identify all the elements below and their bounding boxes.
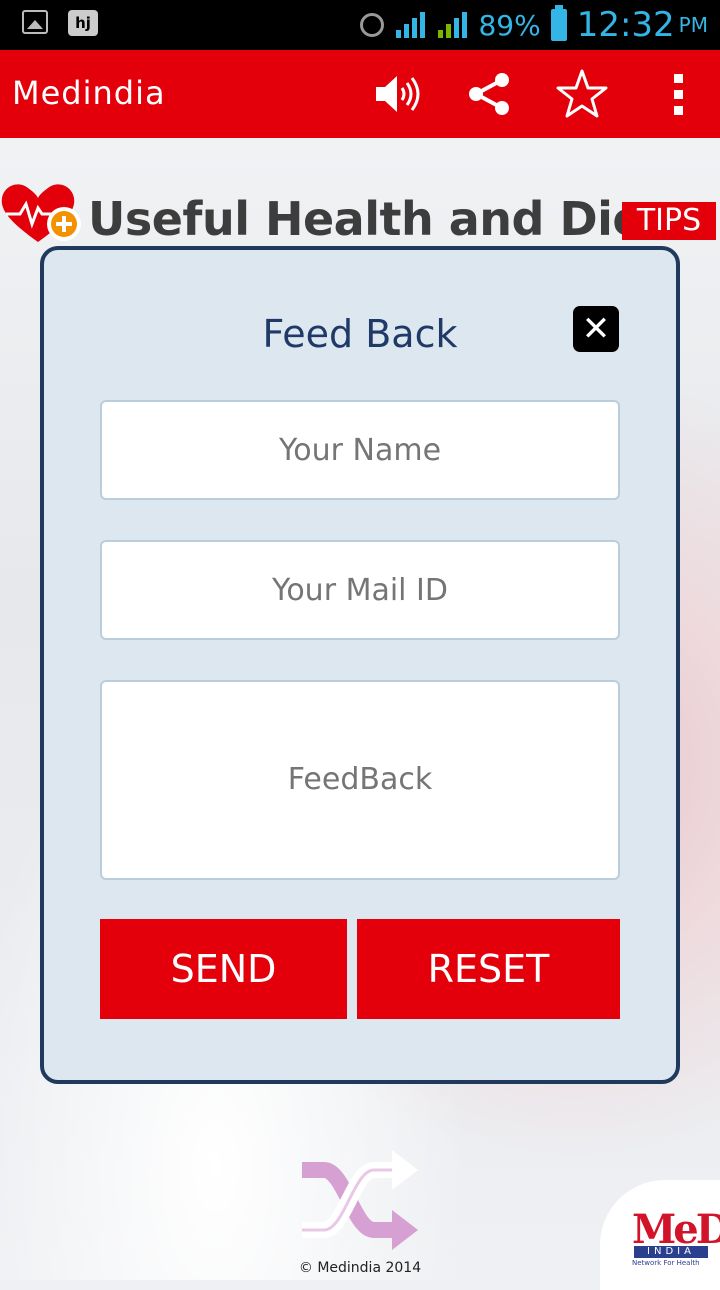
reset-button[interactable]: RESET	[357, 919, 620, 1019]
hj-icon: hj	[68, 10, 98, 36]
banner-title: Useful Health and Diet	[88, 192, 665, 246]
feedback-textarea[interactable]	[100, 680, 620, 880]
signal-icon	[396, 12, 426, 38]
status-bar: hj 89% 12:32 PM	[0, 0, 720, 50]
logo-india: INDIA	[634, 1246, 708, 1258]
clock-ampm: PM	[678, 13, 708, 37]
overflow-menu-icon[interactable]	[654, 68, 706, 120]
battery-icon	[550, 5, 567, 41]
speaker-icon[interactable]	[370, 68, 422, 120]
star-icon[interactable]	[556, 68, 608, 120]
email-input[interactable]	[100, 540, 620, 640]
clock-time: 12:32	[576, 5, 675, 45]
name-input[interactable]	[100, 400, 620, 500]
tips-badge: TIPS	[622, 202, 716, 240]
feedback-dialog: Feed Back ✕ SEND RESET	[40, 246, 680, 1084]
battery-percent: 89%	[478, 8, 541, 42]
signal-icon	[438, 12, 468, 38]
send-button[interactable]: SEND	[100, 919, 347, 1019]
share-icon[interactable]	[464, 68, 516, 120]
close-icon: ✕	[581, 309, 611, 349]
logo-tagline: Network For Health	[632, 1259, 700, 1267]
close-button[interactable]: ✕	[573, 306, 619, 352]
shuffle-icon[interactable]	[296, 1140, 424, 1260]
action-bar: Medindia	[0, 50, 720, 138]
gallery-icon	[22, 10, 48, 34]
app-title: Medindia	[12, 74, 166, 112]
alarm-icon	[360, 13, 385, 37]
